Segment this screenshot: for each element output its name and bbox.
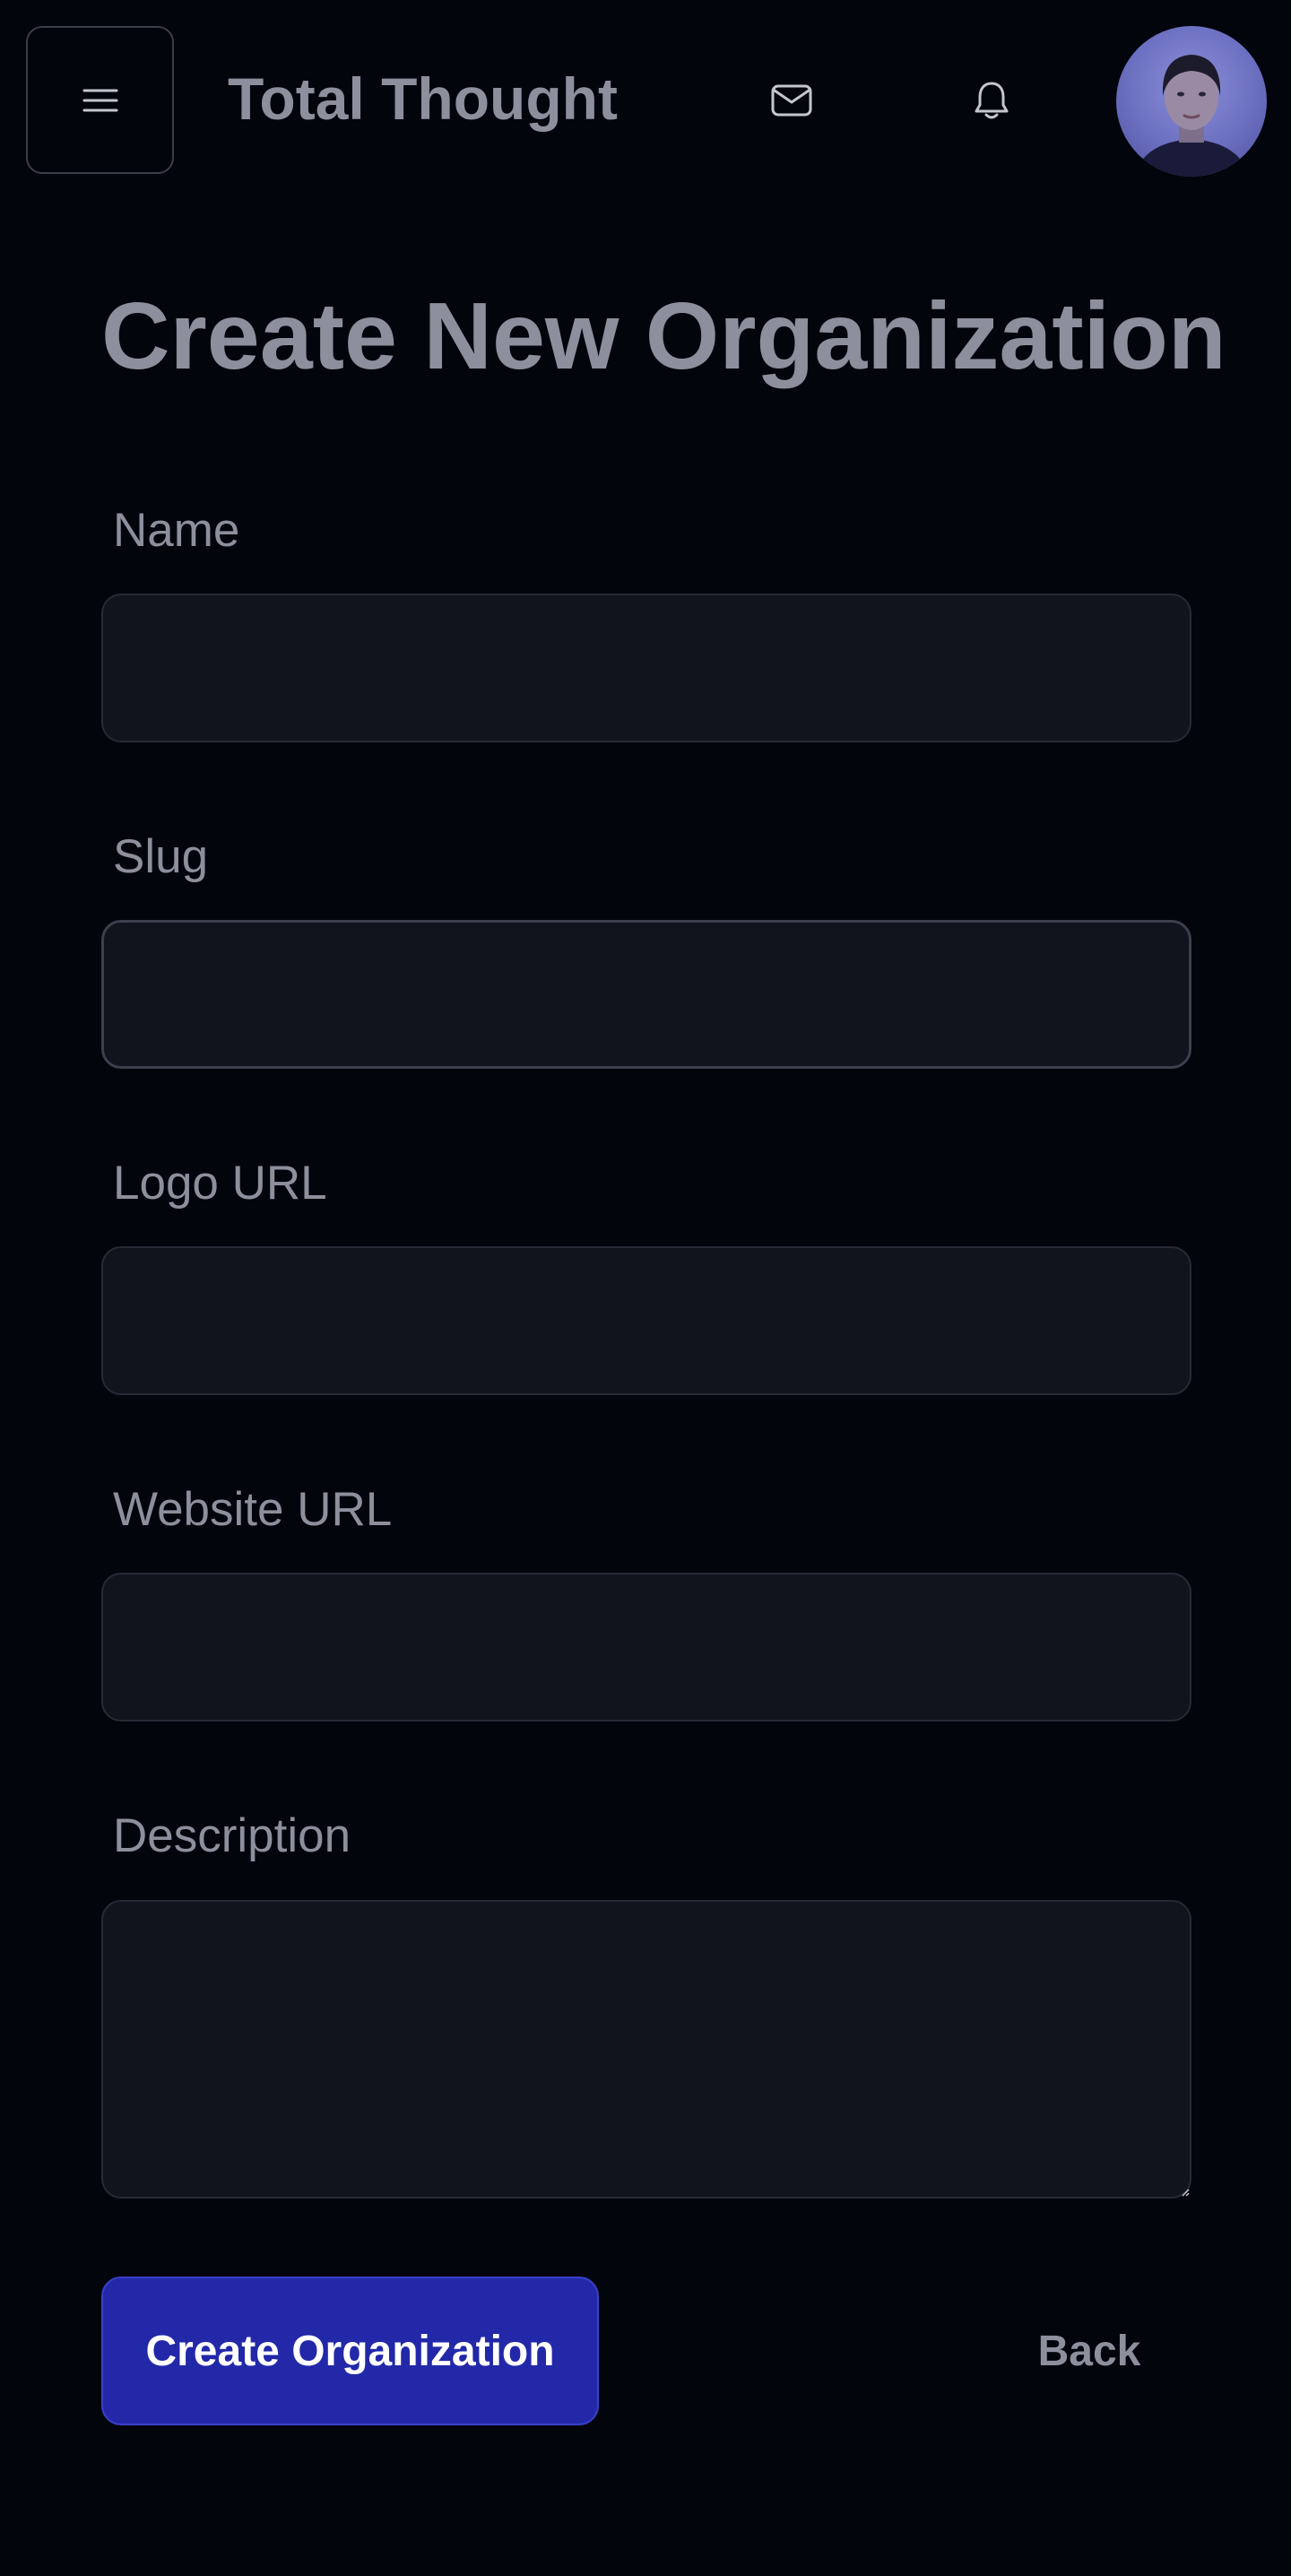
- page-title: Create New Organization: [101, 283, 1226, 389]
- avatar-portrait: [1134, 55, 1249, 177]
- menu-button[interactable]: [26, 26, 174, 174]
- user-avatar[interactable]: [1116, 26, 1267, 177]
- logo-url-label: Logo URL: [113, 1157, 327, 1210]
- description-textarea[interactable]: [101, 1900, 1191, 2199]
- website-url-input[interactable]: [101, 1573, 1191, 1722]
- logo-url-input[interactable]: [101, 1246, 1191, 1395]
- name-input[interactable]: [101, 594, 1191, 742]
- top-header: Total Thought: [0, 0, 1291, 199]
- slug-input[interactable]: [101, 920, 1191, 1069]
- back-link[interactable]: Back: [1013, 2318, 1165, 2384]
- app-title[interactable]: Total Thought: [228, 63, 618, 134]
- website-url-label: Website URL: [113, 1483, 393, 1536]
- name-label: Name: [113, 504, 240, 557]
- create-organization-button[interactable]: Create Organization: [101, 2277, 599, 2425]
- bell-icon: [975, 82, 1009, 119]
- mail-icon: [771, 84, 812, 117]
- resize-handle-icon[interactable]: [1181, 2188, 1190, 2197]
- description-label: Description: [113, 1809, 351, 1862]
- notifications-button[interactable]: [961, 70, 1022, 131]
- mail-button[interactable]: [761, 70, 822, 131]
- hamburger-menu-icon: [82, 89, 117, 111]
- slug-label: Slug: [113, 830, 209, 883]
